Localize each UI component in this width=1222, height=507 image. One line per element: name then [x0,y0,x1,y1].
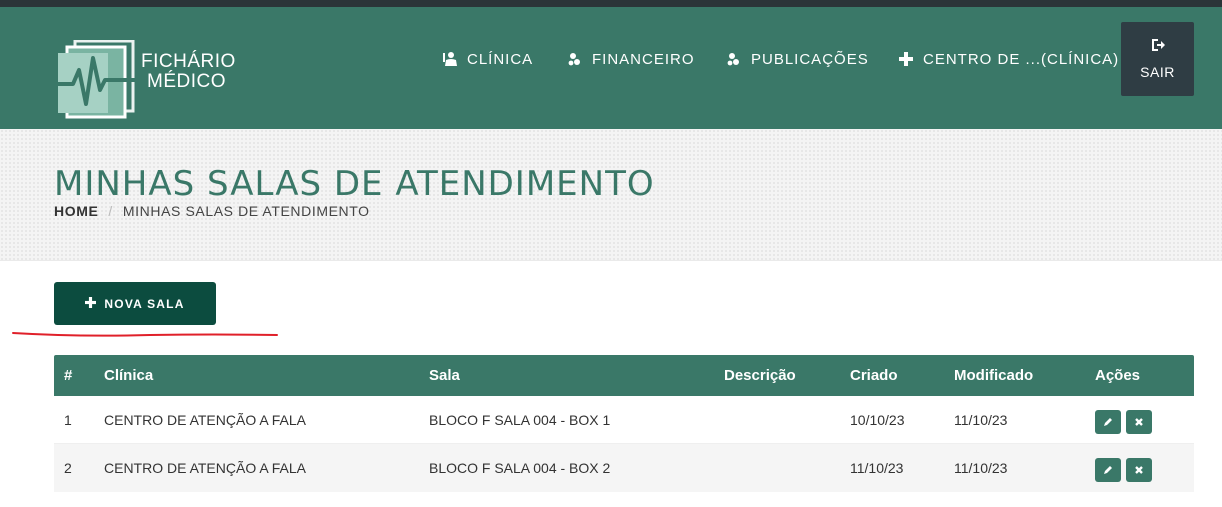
breadcrumb: HOME / MINHAS SALAS DE ATENDIMENTO [54,203,370,219]
logout-label: SAIR [1140,64,1175,80]
table-header: # Clínica Sala Descrição Criado Modifica… [54,355,1194,396]
close-icon [1135,466,1143,474]
logo-text: FICHÁRIO MÉDICO [141,52,236,92]
col-sala: Sala [429,367,460,384]
header: FICHÁRIO MÉDICO CLÍNICA FINANCEIRO PUBLI… [0,7,1222,129]
col-descricao: Descrição [724,367,796,384]
pencil-icon [1104,418,1112,426]
logout-button[interactable]: SAIR [1121,22,1194,96]
nav-item-financeiro[interactable]: FINANCEIRO [567,47,695,71]
delete-button[interactable] [1126,410,1152,434]
plus-icon [898,51,914,67]
new-room-button[interactable]: NOVA SALA [54,282,216,325]
col-num: # [64,367,73,384]
col-modificado: Modificado [954,367,1034,384]
pencil-icon [1104,466,1112,474]
delete-button[interactable] [1126,458,1152,482]
user-md-icon [442,51,458,67]
coins-icon [567,51,583,67]
logo-line2: MÉDICO [147,71,226,92]
cell-clinica: CENTRO DE ATENÇÃO A FALA [104,412,307,428]
close-icon [1135,418,1143,426]
cell-criado: 10/10/23 [850,412,905,428]
cell-clinica: CENTRO DE ATENÇÃO A FALA [104,460,307,476]
breadcrumb-home[interactable]: HOME [54,203,98,219]
cell-sala: BLOCO F SALA 004 - BOX 1 [429,412,611,428]
nav-item-publicacoes[interactable]: PUBLICAÇÕES [726,47,869,71]
breadcrumb-current: MINHAS SALAS DE ATENDIMENTO [122,203,370,219]
logo-line1: FICHÁRIO [141,51,236,72]
col-criado: Criado [850,367,898,384]
cell-modificado: 11/10/23 [954,412,1008,428]
page-title: MINHAS SALAS DE ATENDIMENTO [54,164,655,204]
plus-icon [85,296,97,311]
coins-icon [726,51,742,67]
cell-num: 2 [64,460,72,476]
cell-criado: 11/10/23 [850,460,904,476]
nav-label: CLÍNICA [467,50,534,68]
logo[interactable]: FICHÁRIO MÉDICO [55,39,245,120]
col-acoes: Ações [1095,367,1141,384]
table-row: 1 CENTRO DE ATENÇÃO A FALA BLOCO F SALA … [54,396,1194,444]
nav-label: FINANCEIRO [592,50,695,68]
top-strip [0,0,1222,7]
sign-out-icon [1150,37,1166,53]
col-clinica: Clínica [104,367,154,384]
cell-modificado: 11/10/23 [954,460,1008,476]
nav-label: PUBLICAÇÕES [751,50,869,68]
cell-sala: BLOCO F SALA 004 - BOX 2 [429,460,611,476]
cell-num: 1 [64,412,72,428]
rooms-table: # Clínica Sala Descrição Criado Modifica… [54,355,1194,492]
nav-item-centro[interactable]: CENTRO DE ...(CLÍNICA) [898,47,1119,71]
breadcrumb-separator: / [108,203,113,219]
new-room-label: NOVA SALA [104,296,185,311]
logo-mark-icon [55,39,139,119]
edit-button[interactable] [1095,458,1121,482]
table-row: 2 CENTRO DE ATENÇÃO A FALA BLOCO F SALA … [54,444,1194,492]
nav-item-clinica[interactable]: CLÍNICA [442,47,533,71]
edit-button[interactable] [1095,410,1121,434]
red-annotation-underline [12,332,278,337]
nav-label: CENTRO DE ...(CLÍNICA) [923,50,1120,68]
